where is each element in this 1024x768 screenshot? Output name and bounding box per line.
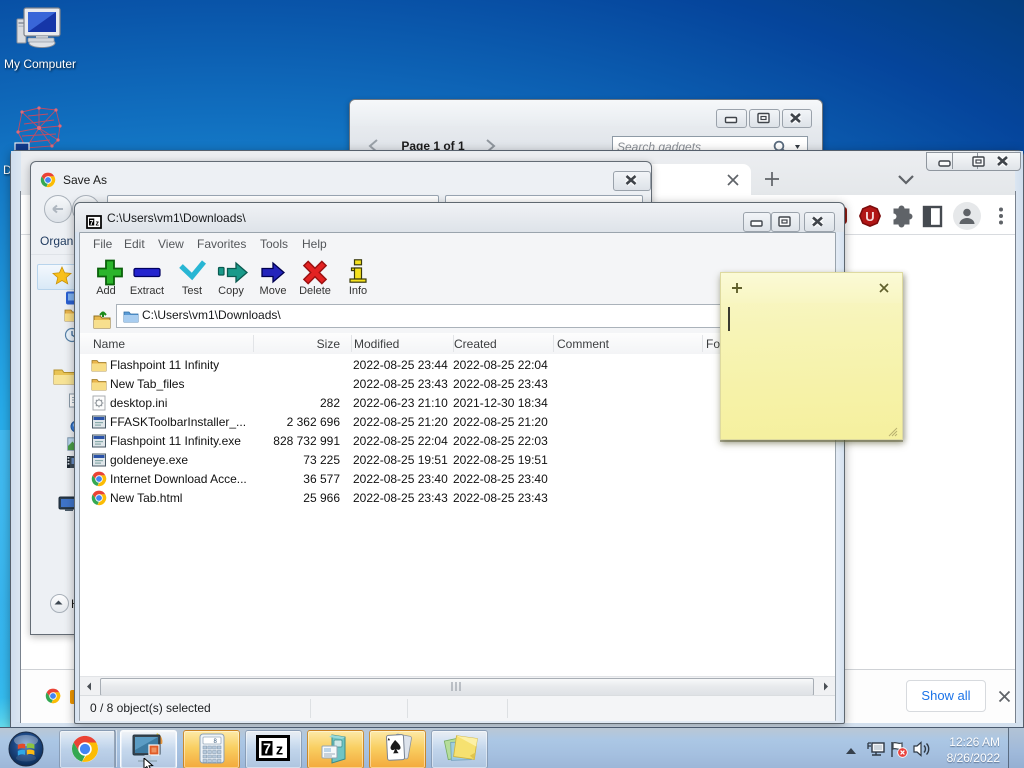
svg-text:7: 7 xyxy=(90,220,94,227)
svg-text:8: 8 xyxy=(213,738,217,745)
svg-text:z: z xyxy=(276,743,283,759)
svg-text:z: z xyxy=(96,220,100,227)
svg-text:7: 7 xyxy=(263,742,271,758)
svg-text:U: U xyxy=(865,209,874,224)
